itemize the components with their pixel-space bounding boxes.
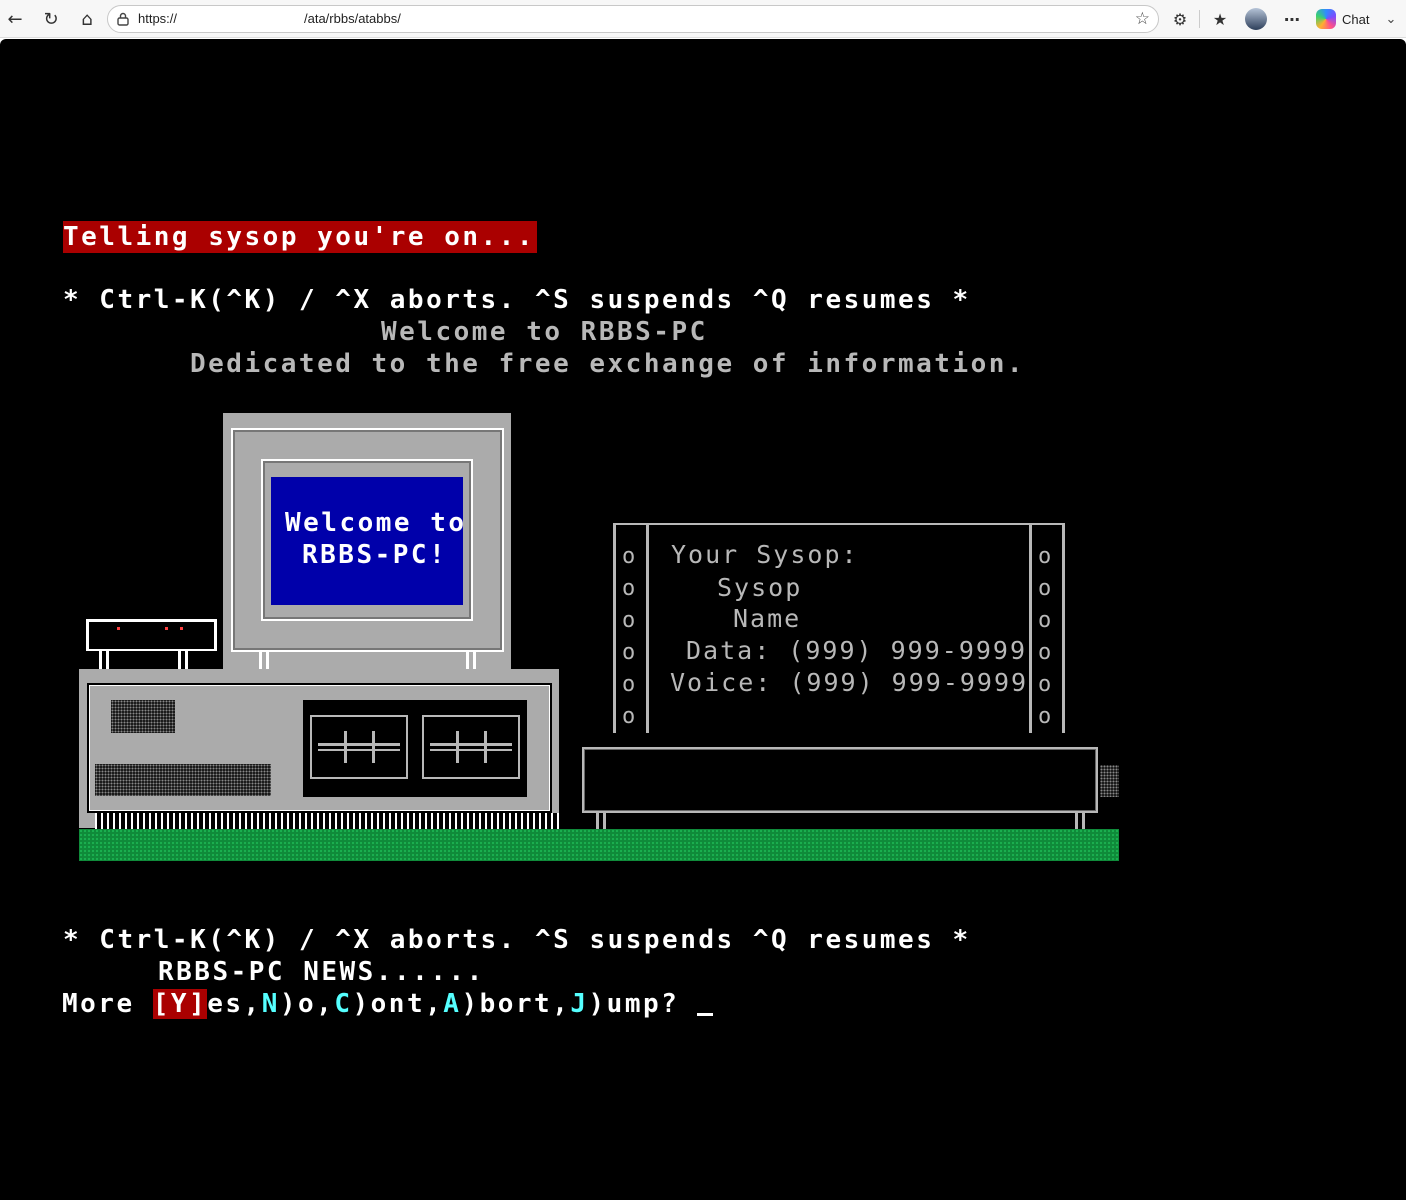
floppy-slot (430, 743, 512, 746)
sysop-label: Your Sysop: (671, 540, 859, 569)
screen-text-line-1: Welcome to (285, 508, 467, 538)
vent-grille (95, 764, 271, 796)
text-cursor (697, 1013, 714, 1016)
address-bar[interactable]: https:// /ata/rbbs/atabbs/ ☆ (107, 5, 1159, 33)
favorites-icon[interactable]: ★ (1207, 6, 1233, 32)
monitor-leg-right (466, 651, 476, 669)
toolbar-divider (1199, 10, 1200, 28)
sysop-voice-phone: Voice: (999) 999-9999 (670, 668, 1029, 697)
chat-label: Chat (1342, 11, 1370, 27)
grass-ground (79, 829, 1119, 861)
profile-avatar[interactable] (1245, 8, 1267, 30)
prompt-yes-key[interactable]: [Y] (152, 989, 208, 1019)
sysop-data-phone: Data: (999) 999-9999 (686, 636, 1028, 665)
modem-led (165, 627, 168, 630)
keyboard-body (582, 747, 1098, 813)
sign-marks-right: o o o o o o (1038, 544, 1052, 729)
prompt-abort-key[interactable]: A (443, 989, 461, 1019)
lock-icon (117, 12, 129, 26)
copilot-chat-button[interactable]: Chat ⌄ (1316, 6, 1396, 32)
floppy-latch (456, 731, 459, 763)
prompt-jump-key[interactable]: J (570, 989, 588, 1019)
keyboard-cable (1100, 765, 1119, 797)
extensions-icon[interactable]: ⚙ (1167, 6, 1193, 32)
screen-text-line-2: RBBS-PC! (302, 540, 448, 570)
prompt-jump-rest: )ump? (588, 989, 698, 1019)
speaker-grille (111, 700, 175, 733)
floppy-slot (318, 743, 400, 746)
floppy-latch (344, 731, 347, 763)
prompt-more: More (62, 989, 153, 1019)
sysop-name-first: Sysop (717, 573, 803, 602)
keyboard-strip (95, 813, 559, 829)
desk-leg-right (1075, 813, 1085, 829)
copilot-icon (1316, 9, 1336, 29)
floppy-drive-a (310, 715, 408, 779)
computer-illustration: Welcome to RBBS-PC! o o o o o o o o o o … (0, 39, 1406, 1200)
modem-box (86, 619, 217, 651)
prompt-abort-rest: )bort, (461, 989, 571, 1019)
favorite-star-icon[interactable]: ☆ (1135, 9, 1150, 29)
back-icon[interactable]: ← (2, 6, 28, 32)
monitor-leg-left (259, 651, 269, 669)
modem-led (180, 627, 183, 630)
more-prompt[interactable]: More [Y]es,N)o,C)ont,A)bort,J)ump? (62, 988, 714, 1020)
url-prefix: https:// (138, 11, 178, 26)
browser-toolbar: ← ↻ ⌂ https:// /ata/rbbs/atabbs/ ☆ ⚙ ★ ⋯… (0, 0, 1406, 38)
floppy-latch (484, 731, 487, 763)
prompt-cont-rest: )ont, (352, 989, 444, 1019)
prompt-cont-key[interactable]: C (334, 989, 352, 1019)
reload-icon[interactable]: ↻ (38, 6, 64, 32)
sign-marks-left: o o o o o o (622, 544, 636, 729)
prompt-no-key[interactable]: N (262, 989, 280, 1019)
controls-line-repeat: * Ctrl-K(^K) / ^X aborts. ^S suspends ^Q… (63, 925, 971, 955)
modem-leg-left (99, 651, 109, 669)
floppy-drive-b (422, 715, 520, 779)
modem-led (117, 627, 120, 630)
floppy-slot (430, 749, 512, 751)
home-icon[interactable]: ⌂ (74, 6, 100, 32)
modem-leg-right (178, 651, 188, 669)
prompt-no-rest: )o, (279, 989, 335, 1019)
desk-leg-left (596, 813, 606, 829)
prompt-yes-rest: es, (207, 989, 262, 1019)
bbs-terminal[interactable]: Telling sysop you're on... * Ctrl-K(^K) … (0, 39, 1406, 1200)
chevron-down-icon[interactable]: ⌄ (1385, 11, 1396, 27)
url-path: /ata/rbbs/atabbs/ (304, 11, 401, 26)
floppy-slot (318, 749, 400, 751)
sysop-name-last: Name (733, 604, 802, 633)
news-heading: RBBS-PC NEWS...... (158, 957, 485, 987)
more-menu-icon[interactable]: ⋯ (1279, 6, 1305, 32)
floppy-latch (372, 731, 375, 763)
